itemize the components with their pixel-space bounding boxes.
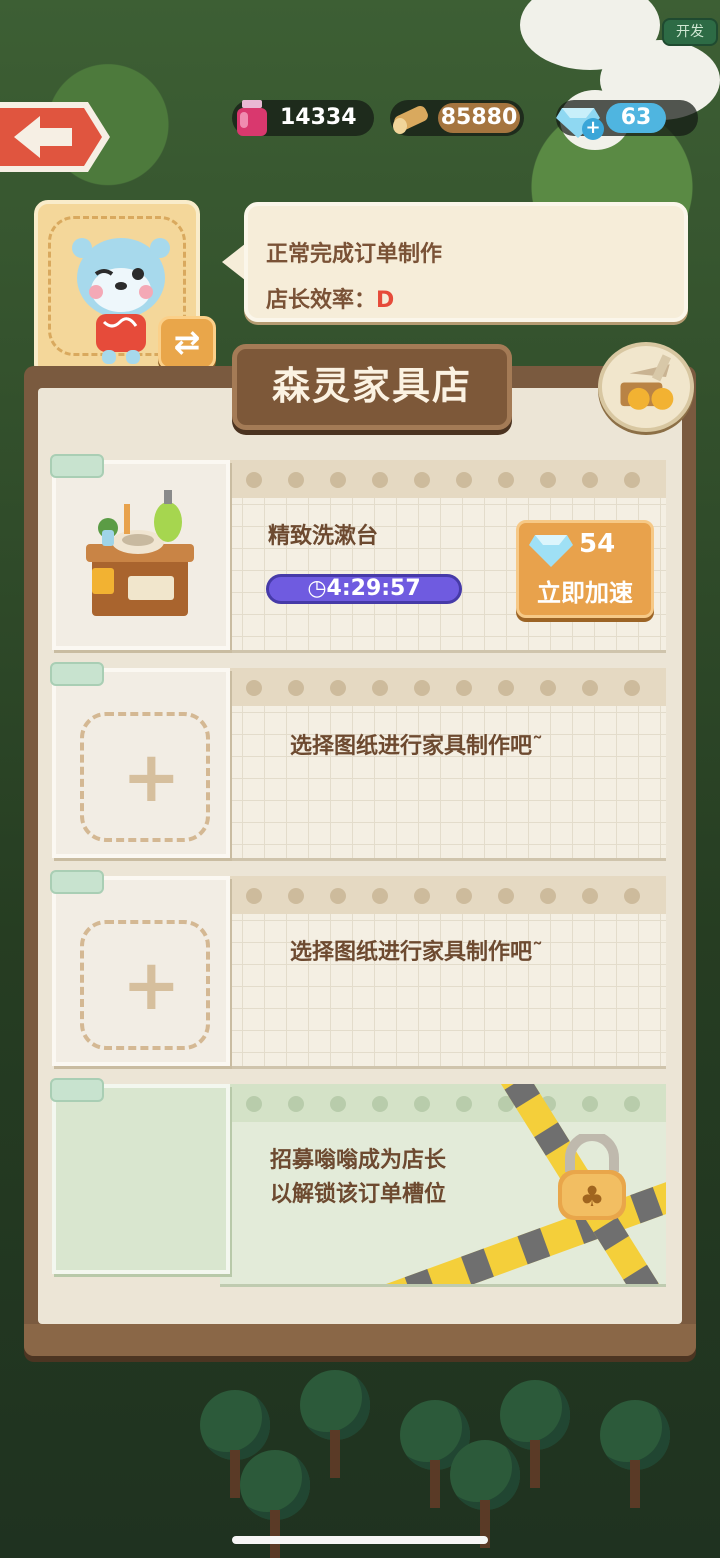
efficiency-line: 店长效率：D [266,282,394,314]
clock-icon: ◷ [307,576,327,601]
swap-manager-button[interactable]: ⇄ [158,316,216,370]
timer-value: 4:29:57 [326,576,421,601]
resource-wood[interactable]: 85880 [390,100,524,136]
slot-tab [50,662,104,686]
svg-text:♣: ♣ [579,1180,604,1213]
wood-count: 85880 [438,103,520,133]
craft-timer: ◷4:29:57 [266,574,462,604]
item-name: 精致洗漱台 [268,524,379,549]
home-indicator[interactable] [232,1536,488,1544]
panel-bottom-frame [24,1324,696,1356]
wood-log-icon [393,105,428,134]
potion-jar-icon [237,100,267,136]
diamond-icon [529,535,573,567]
order-slot-2[interactable]: + 选择图纸进行家具制作吧˜ [50,662,666,858]
add-diamond-icon[interactable]: + [582,118,604,140]
slot-tab [50,870,104,894]
add-blueprint-slot[interactable]: + [52,668,230,858]
crafting-tools-icon[interactable] [598,342,694,432]
shop-title: 森灵家具店 [232,344,512,430]
unlock-hint-line2: 以解锁该订单槽位 [270,1182,447,1207]
potion-count: 14334 [280,105,357,130]
order-slot-4-locked[interactable]: 招募嗡嗡成为店长 以解锁该订单槽位 ♣ [50,1078,666,1284]
plus-icon: + [122,944,181,1026]
resource-diamond[interactable]: + 63 [556,100,698,140]
slot-paper [220,876,666,1066]
add-blueprint-slot[interactable]: + [52,876,230,1066]
back-button[interactable] [0,98,112,176]
speed-up-button[interactable]: 54 立即加速 [516,520,654,618]
resource-potion[interactable]: 14334 [232,100,374,136]
swap-arrows-icon: ⇄ [173,323,201,361]
back-arrow-icon [0,102,110,172]
dev-tag[interactable]: 开发 [662,18,718,46]
empty-slot-prompt: 选择图纸进行家具制作吧˜ [290,734,544,759]
item-thumbnail[interactable] [52,460,230,650]
padlock-icon[interactable]: ♣ [552,1134,632,1224]
empty-slot-prompt: 选择图纸进行家具制作吧˜ [290,940,544,965]
unlock-hint-line1: 招募嗡嗡成为店长 [270,1148,447,1173]
manager-status-bubble: 正常完成订单制作 店长效率：D [244,202,688,322]
speed-up-cost: 54 [579,529,616,559]
locked-thumbnail [52,1084,230,1274]
slot-paper [220,668,666,858]
efficiency-label: 店长效率： [266,288,377,313]
washstand-icon [86,490,194,616]
diamond-count: 63 [606,103,666,133]
status-line: 正常完成订单制作 [266,242,443,267]
slot-tab [50,454,104,478]
plus-icon: + [122,736,181,818]
order-slot-1[interactable]: 精致洗漱台 ◷4:29:57 54 立即加速 [50,454,666,650]
slot-tab [50,1078,104,1102]
efficiency-grade: D [376,288,395,313]
speed-up-label: 立即加速 [537,579,633,607]
order-slot-3[interactable]: + 选择图纸进行家具制作吧˜ [50,870,666,1066]
